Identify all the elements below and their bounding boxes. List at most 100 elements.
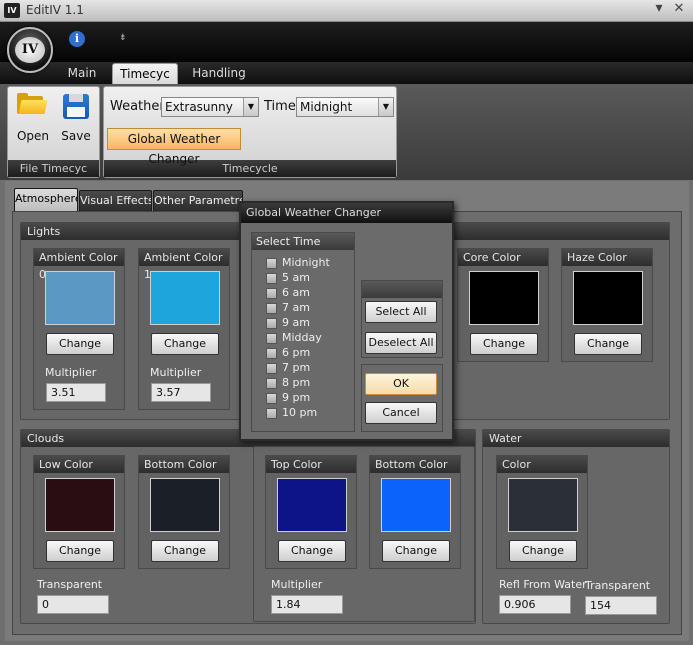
checkbox-icon[interactable] xyxy=(266,333,277,344)
save-button[interactable]: Save xyxy=(56,89,96,149)
ambient-color-0-title: Ambient Color 0 xyxy=(34,249,124,281)
top-color-title: Top Color xyxy=(266,456,356,473)
cancel-button[interactable]: Cancel xyxy=(365,402,437,424)
checkbox-icon[interactable] xyxy=(266,273,277,284)
sky-bottom-color-change-button[interactable]: Change xyxy=(382,540,450,562)
file-timecyc-group: Open Save File Timecyc xyxy=(7,86,100,178)
checkbox-icon[interactable] xyxy=(266,393,277,404)
bottom-color-title: Bottom Color xyxy=(139,456,229,473)
core-color-change-button[interactable]: Change xyxy=(470,333,538,355)
time-option-label: 6 pm xyxy=(282,346,311,359)
time-label: Time xyxy=(264,99,296,114)
tab-atmosphere[interactable]: Atmosphere xyxy=(14,188,78,212)
ambient-0-multiplier-input[interactable]: 3.51 xyxy=(46,383,106,402)
sky-bottom-color-swatch xyxy=(381,478,451,532)
selection-panel-header xyxy=(362,281,442,298)
ambient-color-1-title: Ambient Color 1 xyxy=(139,249,229,281)
water-color-box: Color Change xyxy=(496,455,588,569)
sky-multiplier-input[interactable]: 1.84 xyxy=(271,595,343,614)
bottom-color-box: Bottom Color Change xyxy=(138,455,230,569)
water-transparent-label: Transparent xyxy=(585,579,651,592)
top-color-change-button[interactable]: Change xyxy=(278,540,346,562)
dialog-title: Global Weather Changer xyxy=(241,203,452,223)
checkbox-icon[interactable] xyxy=(266,303,277,314)
haze-color-title: Haze Color xyxy=(562,249,652,266)
app-orb-icon: IV xyxy=(15,37,45,63)
application-menu-button[interactable]: IV xyxy=(7,27,53,73)
quick-access-dropdown-icon[interactable]: ⇟ xyxy=(119,33,127,43)
low-color-box: Low Color Change xyxy=(33,455,125,569)
sky-bottom-color-title: Bottom Color xyxy=(370,456,460,473)
select-time-title: Select Time xyxy=(252,233,354,250)
ribbon-header xyxy=(0,22,693,62)
ambient-1-multiplier-input[interactable]: 3.57 xyxy=(151,383,211,402)
chevron-down-icon: ▼ xyxy=(378,98,393,116)
checkbox-icon[interactable] xyxy=(266,258,277,269)
low-color-change-button[interactable]: Change xyxy=(46,540,114,562)
title-bar: IV EditIV 1.1 ▾ ✕ xyxy=(0,0,693,22)
time-option-label: Midnight xyxy=(282,256,330,269)
sky-bottom-color-box: Bottom Color Change xyxy=(369,455,461,569)
window-title: EditIV 1.1 xyxy=(26,3,84,17)
water-transparent-input[interactable]: 154 xyxy=(585,596,657,615)
water-section-title: Water xyxy=(483,430,669,447)
top-color-box: Top Color Change xyxy=(265,455,357,569)
core-color-box: Core Color Change xyxy=(457,248,549,362)
ambient-0-multiplier-label: Multiplier xyxy=(45,366,97,379)
ambient-color-0-change-button[interactable]: Change xyxy=(46,333,114,355)
haze-color-change-button[interactable]: Change xyxy=(574,333,642,355)
refl-from-water-input[interactable]: 0.906 xyxy=(499,595,571,614)
file-timecyc-group-title: File Timecyc xyxy=(8,160,99,177)
open-button[interactable]: Open xyxy=(11,89,55,149)
time-option-label: 9 am xyxy=(282,316,310,329)
tab-other-parametres[interactable]: Other Parametres xyxy=(153,190,243,212)
water-color-change-button[interactable]: Change xyxy=(509,540,577,562)
info-icon[interactable]: i xyxy=(69,31,85,47)
time-option-label: 6 am xyxy=(282,286,310,299)
app-logo-icon: IV xyxy=(4,3,20,18)
deselect-all-button[interactable]: Deselect All xyxy=(365,332,437,354)
checkbox-icon[interactable] xyxy=(266,408,277,419)
timecycle-group-title: Timecycle xyxy=(104,160,396,177)
time-option-label: 7 pm xyxy=(282,361,311,374)
floppy-save-icon xyxy=(63,94,89,119)
water-color-title: Color xyxy=(497,456,587,473)
low-color-swatch xyxy=(45,478,115,532)
refl-from-water-label: Refl From Water xyxy=(499,578,587,591)
checkbox-icon[interactable] xyxy=(266,318,277,329)
ribbon-tab-main[interactable]: Main xyxy=(58,63,106,85)
checkbox-icon[interactable] xyxy=(266,363,277,374)
checkbox-icon[interactable] xyxy=(266,348,277,359)
core-color-title: Core Color xyxy=(458,249,548,266)
time-option-label: 5 am xyxy=(282,271,310,284)
ambient-color-1-swatch xyxy=(150,271,220,325)
folder-open-icon xyxy=(17,93,48,115)
haze-color-box: Haze Color Change xyxy=(561,248,653,362)
time-option-label: 7 am xyxy=(282,301,310,314)
checkbox-icon[interactable] xyxy=(266,288,277,299)
global-weather-changer-button[interactable]: Global Weather Changer xyxy=(107,128,241,166)
select-all-button[interactable]: Select All xyxy=(365,301,437,323)
chevron-down-icon: ▼ xyxy=(243,98,258,116)
low-color-title: Low Color xyxy=(34,456,124,473)
ribbon-tab-timecyc[interactable]: Timecyc xyxy=(112,63,178,85)
minimize-button[interactable]: ▾ xyxy=(652,0,666,16)
haze-color-swatch xyxy=(573,271,643,325)
ribbon-tab-handling[interactable]: Handling xyxy=(186,63,252,85)
checkbox-icon[interactable] xyxy=(266,378,277,389)
sky-multiplier-label: Multiplier xyxy=(271,578,323,591)
bottom-color-change-button[interactable]: Change xyxy=(151,540,219,562)
open-label: Open xyxy=(16,129,50,143)
weather-label: Weather xyxy=(110,99,165,114)
clouds-transparent-input[interactable]: 0 xyxy=(37,595,109,614)
save-label: Save xyxy=(61,129,91,143)
tab-visual-effects[interactable]: Visual Effects xyxy=(79,190,152,212)
time-option-label: 9 pm xyxy=(282,391,311,404)
ambient-1-multiplier-label: Multiplier xyxy=(150,366,202,379)
water-color-swatch xyxy=(508,478,578,532)
ok-button[interactable]: OK xyxy=(365,373,437,395)
time-select[interactable]: Midnight ▼ xyxy=(296,97,394,117)
ambient-color-1-change-button[interactable]: Change xyxy=(151,333,219,355)
close-button[interactable]: ✕ xyxy=(672,1,686,16)
weather-select[interactable]: Extrasunny ▼ xyxy=(161,97,259,117)
